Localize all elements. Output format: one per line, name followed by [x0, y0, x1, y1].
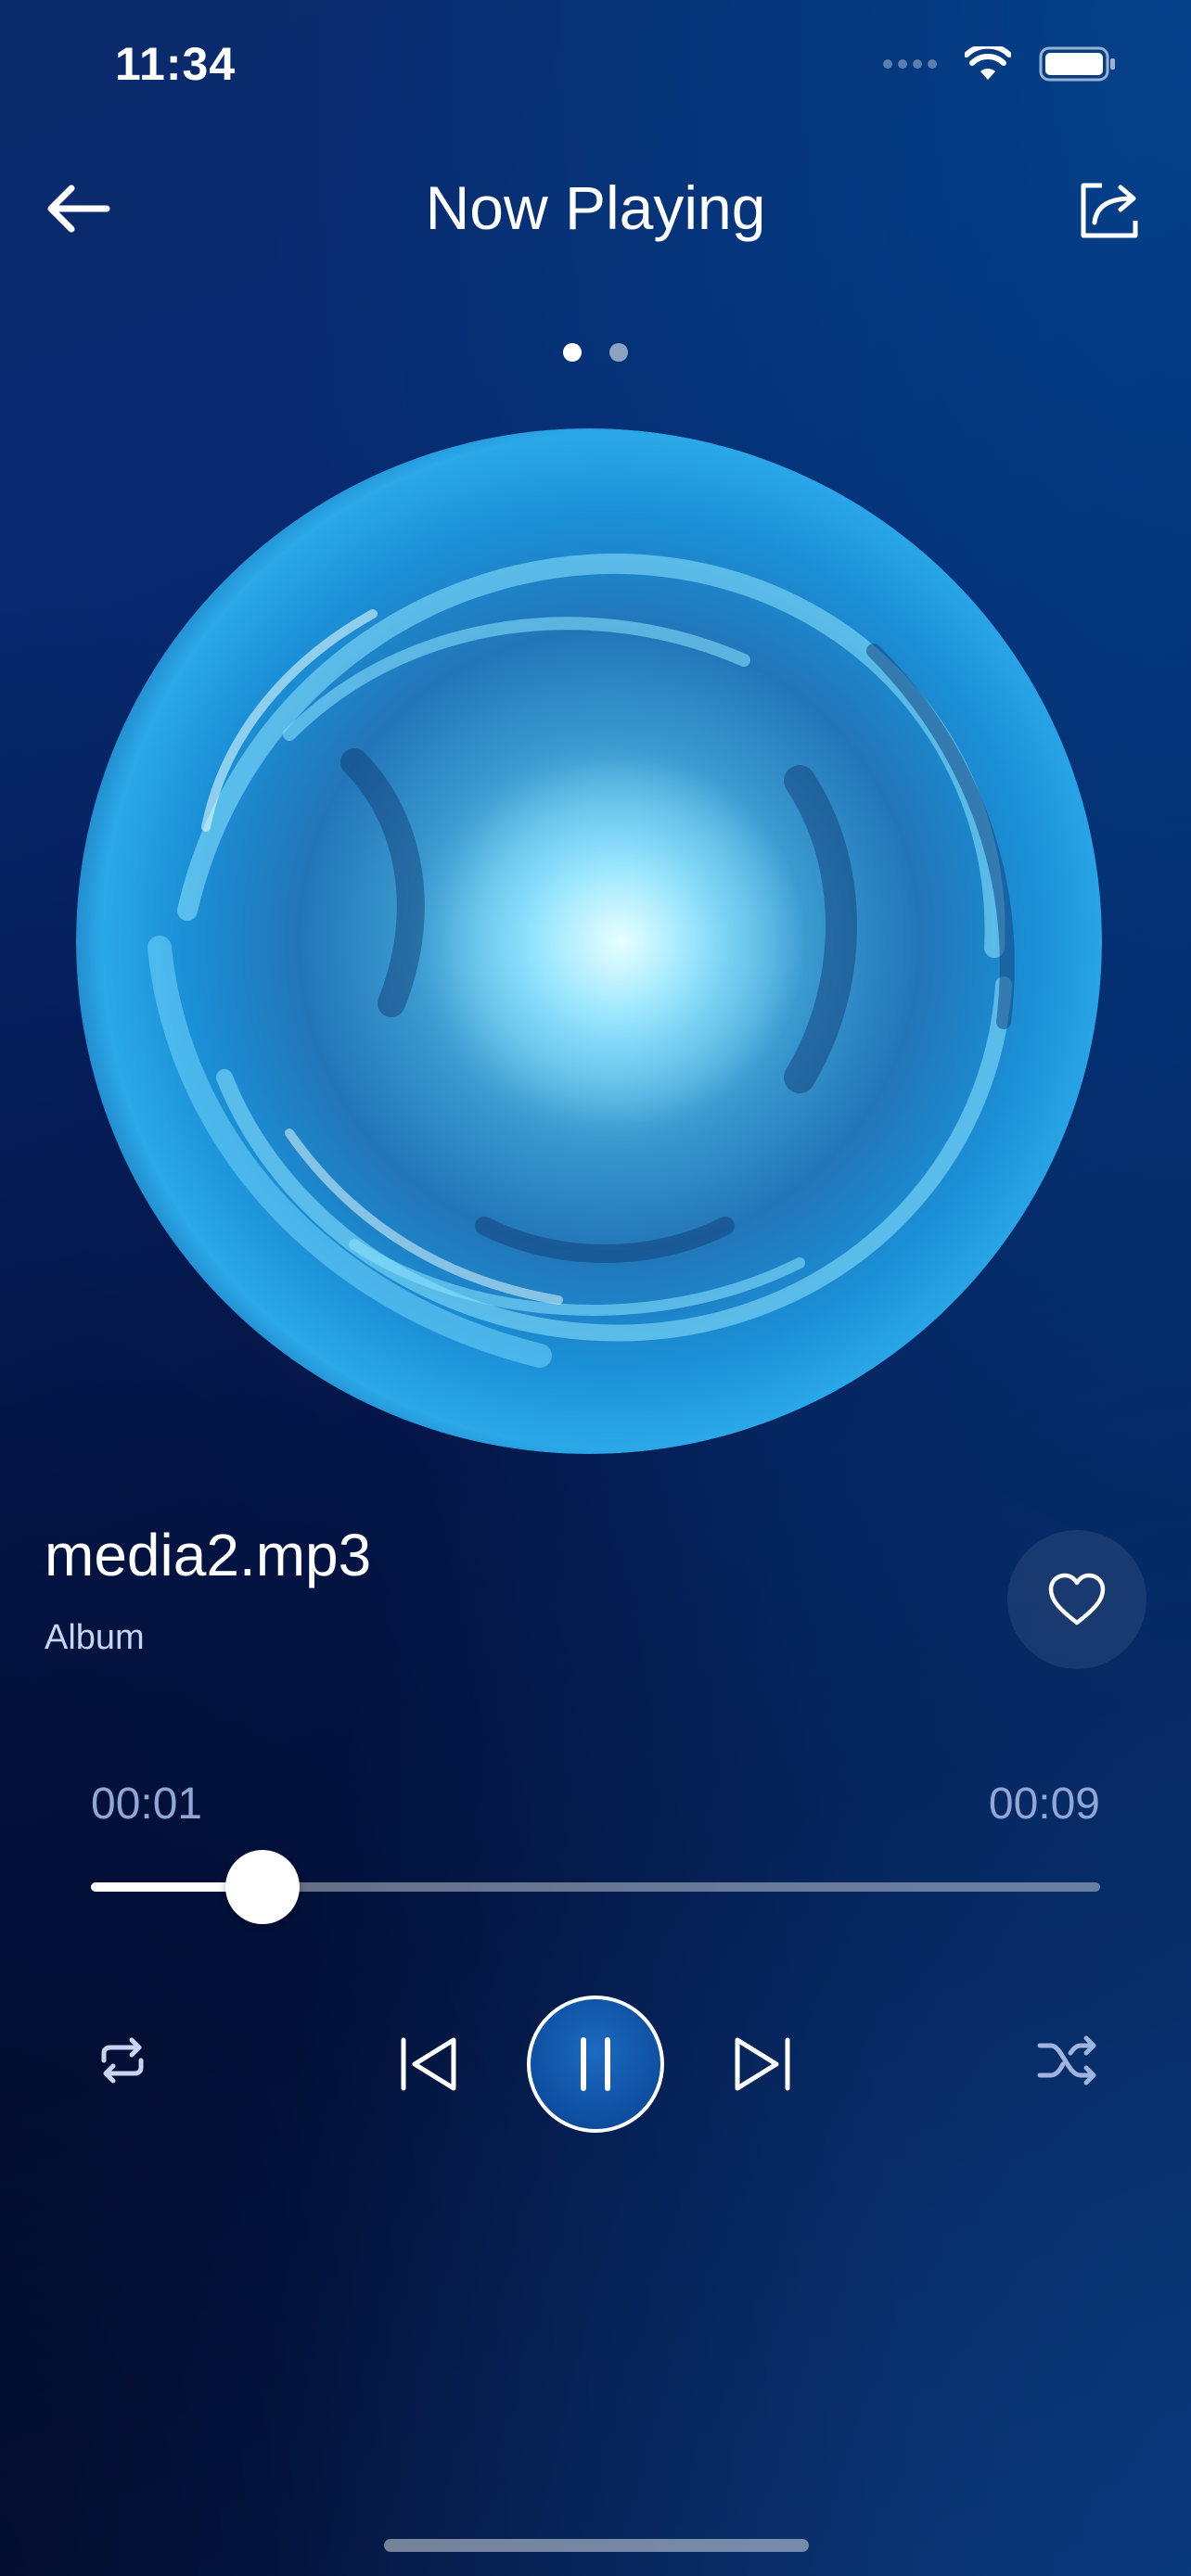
artwork-energy-sphere: [76, 428, 1102, 1454]
previous-button[interactable]: [390, 2025, 467, 2103]
page-title: Now Playing: [425, 173, 766, 242]
repeat-button[interactable]: [83, 2021, 161, 2099]
home-indicator[interactable]: [384, 2539, 809, 2552]
signal-icon: [883, 59, 937, 69]
time-total: 00:09: [988, 1779, 1100, 1829]
skip-next-icon: [735, 2037, 790, 2091]
skip-previous-icon: [401, 2037, 456, 2091]
shuffle-button[interactable]: [1030, 2021, 1108, 2099]
time-elapsed: 00:01: [91, 1779, 203, 1829]
heart-outline-icon: [1048, 1573, 1106, 1626]
progress-slider[interactable]: [91, 1850, 1100, 1924]
shuffle-icon: [1037, 2035, 1096, 2085]
page-dot-active[interactable]: [563, 343, 582, 362]
status-time: 11:34: [115, 38, 237, 90]
progress-thumb[interactable]: [224, 1850, 300, 1924]
battery-icon: [1039, 46, 1115, 82]
status-icons: [883, 46, 1117, 82]
play-pause-button[interactable]: [527, 1996, 664, 2133]
pause-icon: [581, 2037, 610, 2091]
favorite-button[interactable]: [1007, 1530, 1146, 1669]
track-album: Album: [45, 1618, 145, 1657]
next-button[interactable]: [724, 2025, 801, 2103]
album-artwork: [76, 428, 1102, 1454]
page-dot[interactable]: [609, 343, 628, 362]
page-indicator: [0, 343, 1191, 362]
share-icon: [1081, 183, 1138, 238]
share-button[interactable]: [1072, 172, 1146, 247]
repeat-icon: [101, 2037, 144, 2084]
track-title: media2.mp3: [45, 1522, 372, 1588]
wifi-icon: [965, 46, 1011, 80]
